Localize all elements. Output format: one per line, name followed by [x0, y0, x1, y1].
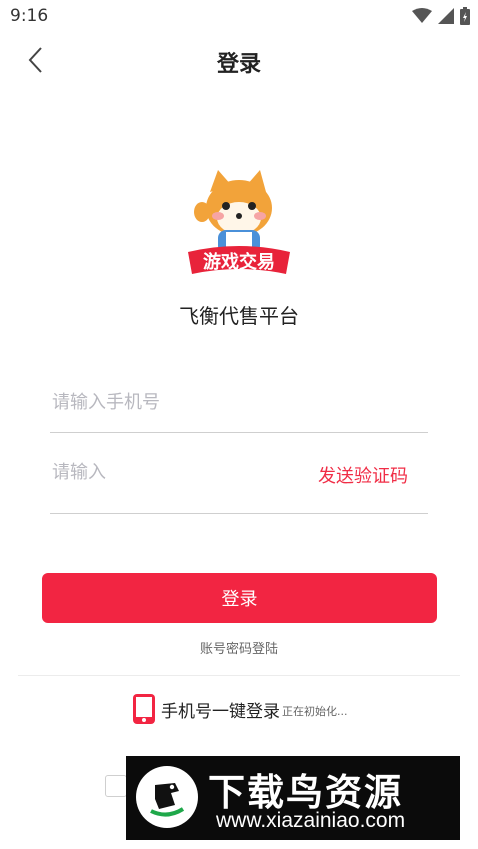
login-button[interactable]: 登录	[42, 573, 437, 623]
status-icons	[412, 7, 470, 25]
page-title: 登录	[216, 52, 261, 77]
divider	[18, 675, 460, 676]
phone-field	[50, 382, 428, 433]
one-click-login-button[interactable]: 手机号一键登录 正在初始化...	[133, 694, 348, 724]
one-click-login-label: 手机号一键登录	[161, 701, 280, 722]
wifi-icon	[412, 8, 432, 23]
battery-icon	[460, 7, 470, 25]
send-code-button[interactable]: 发送验证码	[318, 462, 408, 488]
bird-logo-icon	[136, 766, 198, 828]
platform-name: 飞衡代售平台	[179, 304, 299, 328]
signal-icon	[438, 8, 454, 24]
phone-input[interactable]	[50, 382, 302, 422]
watermark-title: 下载鸟资源	[208, 771, 403, 814]
nav-bar: 登录	[0, 36, 478, 86]
one-click-status: 正在初始化...	[282, 705, 348, 718]
verification-code-input[interactable]	[50, 452, 302, 492]
watermark-url: www.xiazainiao.com	[216, 809, 406, 832]
password-login-link[interactable]: 账号密码登陆	[0, 638, 478, 657]
logo-text: 游戏交易	[203, 251, 275, 273]
code-field: 发送验证码	[50, 452, 428, 514]
shiba-mascot-logo: 游戏交易	[188, 170, 290, 274]
status-time: 9:16	[10, 6, 49, 26]
watermark: 下载鸟资源 www.xiazainiao.com	[126, 756, 460, 840]
phone-icon	[133, 694, 155, 724]
status-bar: 9:16	[0, 0, 478, 32]
agreement-checkbox[interactable]	[105, 775, 127, 797]
